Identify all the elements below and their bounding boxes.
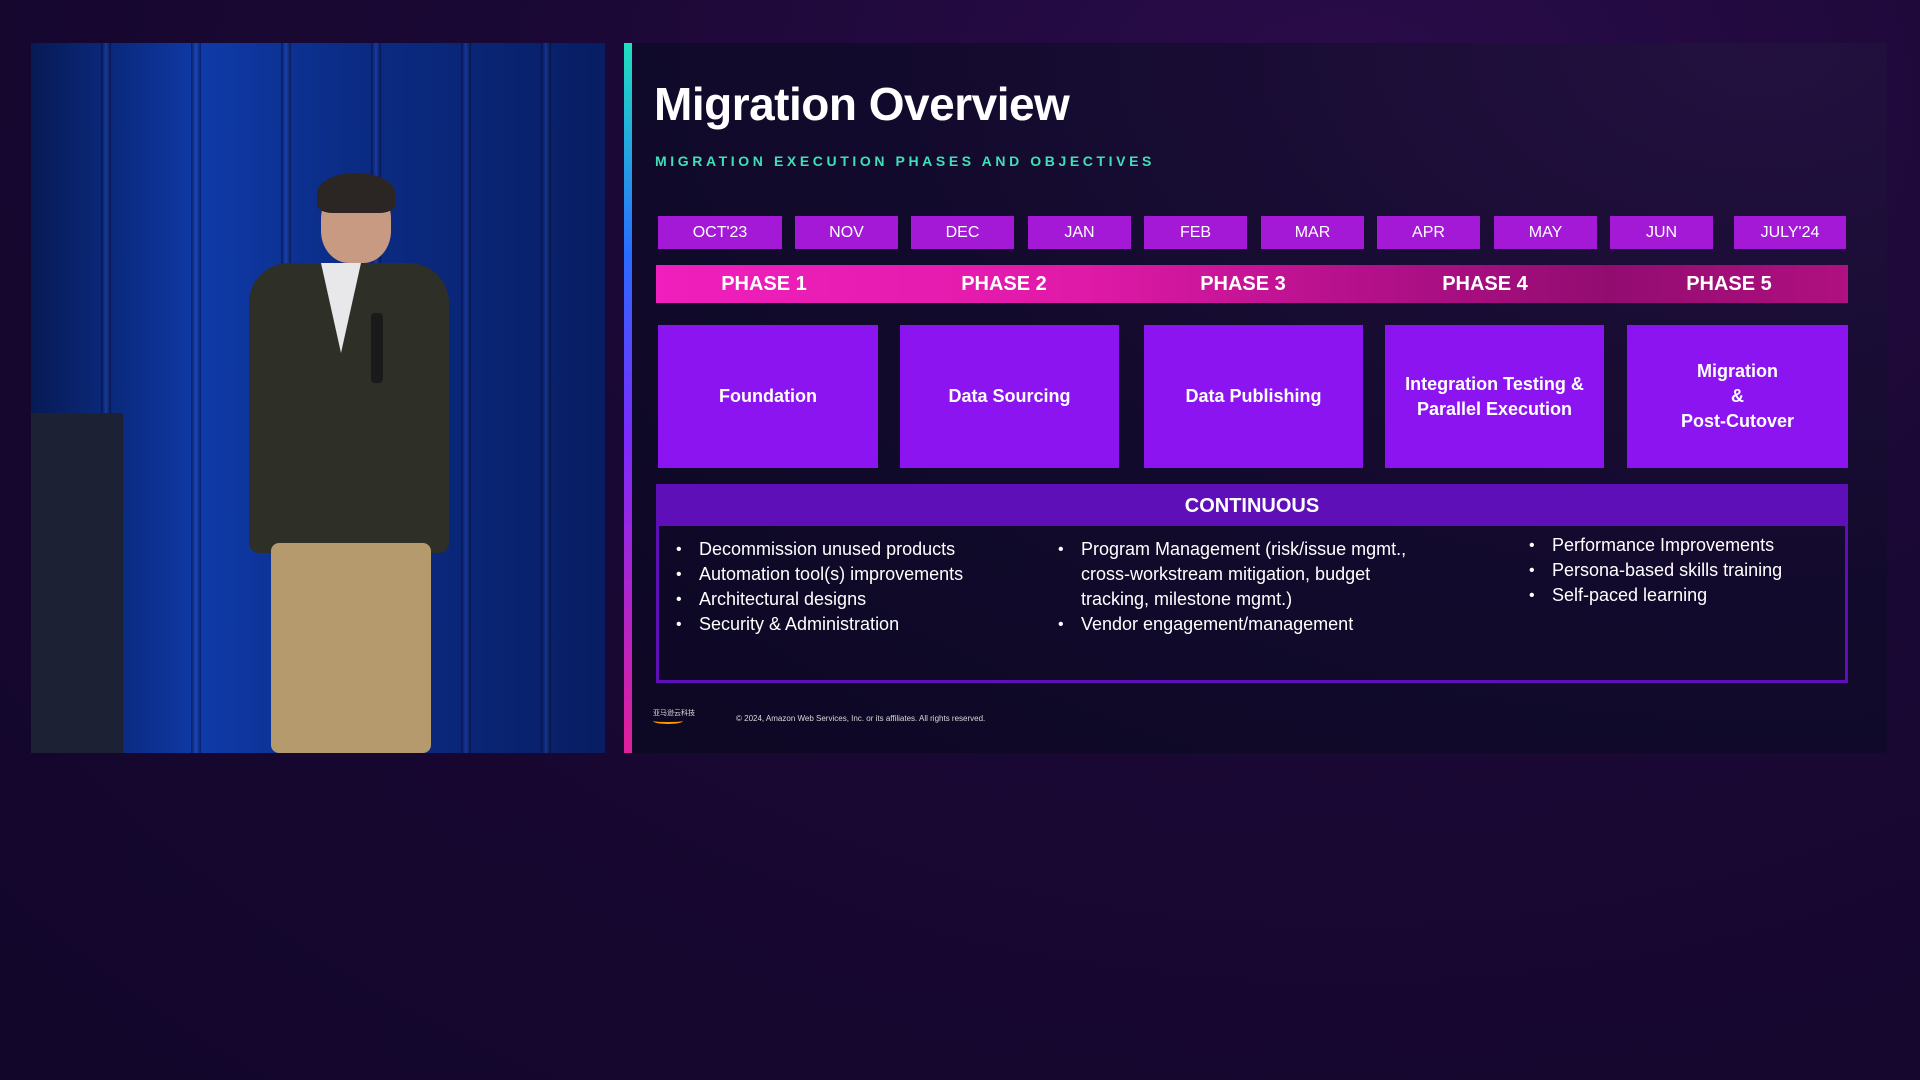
phase-label: PHASE 2 [961, 272, 1047, 295]
phase-label: PHASE 1 [721, 272, 807, 295]
timeline-months: OCT'23 NOV DEC JAN FEB MAR APR MAY JUN J… [658, 216, 1848, 249]
list-item: Architectural designs [676, 587, 1036, 612]
smile-icon [653, 718, 683, 724]
phase-label: PHASE 5 [1686, 272, 1772, 295]
slide-title: Migration Overview [654, 78, 1070, 130]
list-item: Persona-based skills training [1529, 558, 1829, 583]
continuous-col-2: Program Management (risk/issue mgmt., cr… [1058, 537, 1428, 637]
month-tab: APR [1377, 216, 1480, 249]
month-tab: OCT'23 [658, 216, 782, 249]
month-tab: MAR [1261, 216, 1364, 249]
list-item: Security & Administration [676, 612, 1036, 637]
speaker-video [31, 43, 605, 753]
month-tab: DEC [911, 216, 1014, 249]
list-item: Self-paced learning [1529, 583, 1829, 608]
month-tab: FEB [1144, 216, 1247, 249]
month-tab: MAY [1494, 216, 1597, 249]
logo-text: 亚马逊云科技 [653, 710, 695, 717]
phase-box-migration: Migration & Post-Cutover [1627, 325, 1848, 468]
accent-bar [624, 43, 632, 753]
month-tab: JUN [1610, 216, 1713, 249]
list-item: Performance Improvements [1529, 533, 1829, 558]
phase-box-foundation: Foundation [658, 325, 878, 468]
list-item: Program Management (risk/issue mgmt., cr… [1058, 537, 1428, 612]
phase-label: PHASE 3 [1200, 272, 1286, 295]
aws-logo: 亚马逊云科技 [653, 710, 695, 726]
presentation-slide: Migration Overview MIGRATION EXECUTION P… [624, 43, 1887, 753]
continuous-header: CONTINUOUS [659, 487, 1845, 526]
slide-subtitle: MIGRATION EXECUTION PHASES AND OBJECTIVE… [655, 153, 1155, 169]
phase-box-data-sourcing: Data Sourcing [900, 325, 1119, 468]
phase-bar: PHASE 1 PHASE 2 PHASE 3 PHASE 4 PHASE 5 [656, 265, 1848, 303]
continuous-panel: CONTINUOUS Decommission unused products … [656, 484, 1848, 683]
copyright-text: © 2024, Amazon Web Services, Inc. or its… [736, 714, 986, 723]
list-item: Decommission unused products [676, 537, 1036, 562]
phase-label: PHASE 4 [1442, 272, 1528, 295]
list-item: Automation tool(s) improvements [676, 562, 1036, 587]
podium [31, 413, 123, 753]
phase-box-data-publishing: Data Publishing [1144, 325, 1363, 468]
month-tab: JAN [1028, 216, 1131, 249]
month-tab: NOV [795, 216, 898, 249]
continuous-col-1: Decommission unused products Automation … [676, 537, 1036, 637]
month-tab: JULY'24 [1734, 216, 1846, 249]
phase-box-integration-testing: Integration Testing & Parallel Execution [1385, 325, 1604, 468]
presenter [221, 143, 481, 753]
continuous-col-3: Performance Improvements Persona-based s… [1529, 533, 1829, 608]
list-item: Vendor engagement/management [1058, 612, 1428, 637]
